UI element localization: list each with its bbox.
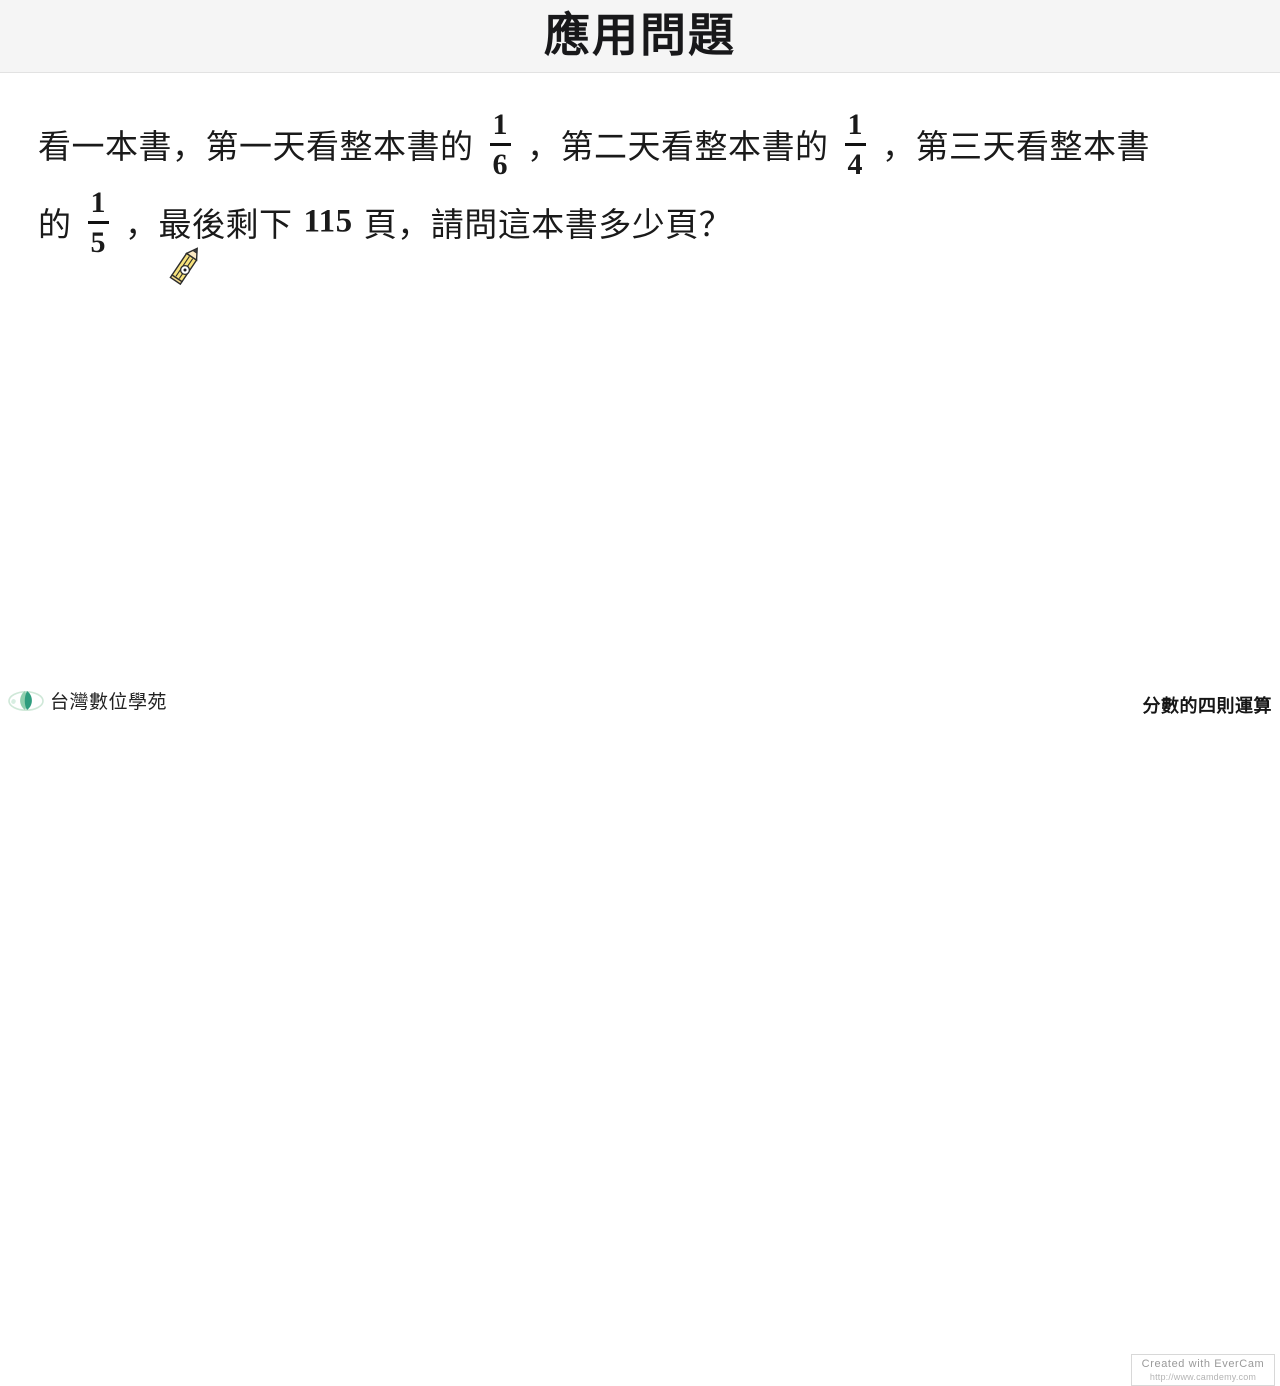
problem-text-segment: ，第三天看整本書	[882, 127, 1150, 166]
brand-name-label: 台灣數位學苑	[50, 691, 168, 713]
fraction-denominator: 6	[492, 148, 508, 181]
slide-footer: 台灣數位學苑 分數的四則運算 Created with EverCam http…	[0, 673, 1280, 1386]
watermark-title: Created with EverCam	[1141, 1358, 1265, 1370]
fraction-numerator: 1	[847, 108, 863, 141]
problem-statement-line-1: 看一本書，第一天看整本書的 1 6 ，第二天看整本書的 1 4 ，第三天看整本書	[38, 108, 1150, 181]
problem-text-segment: ，第二天看整本書的	[527, 127, 829, 166]
watermark-url: http://www.camdemy.com	[1149, 1372, 1257, 1382]
problem-text-segment: 的	[38, 205, 72, 244]
fraction-one-sixth: 1 6	[489, 108, 511, 181]
leaf-logo-icon	[8, 690, 44, 711]
fraction-numerator: 1	[90, 186, 106, 219]
footer-branding: 台灣數位學苑	[8, 687, 167, 714]
problem-text-segment: 頁，請問這本書多少頁？	[363, 205, 733, 244]
fraction-bar	[844, 143, 866, 146]
fraction-denominator: 5	[90, 226, 106, 259]
fraction-bar	[489, 143, 511, 146]
fraction-denominator: 4	[847, 148, 863, 181]
page-title: 應用問題	[544, 8, 736, 62]
slide-canvas: 看一本書，第一天看整本書的 1 6 ，第二天看整本書的 1 4 ，第三天看整本書…	[0, 73, 1280, 673]
fraction-one-fifth: 1 5	[87, 186, 109, 259]
evercam-watermark: Created with EverCam http://www.camdemy.…	[1131, 1354, 1275, 1386]
lesson-topic-label: 分數的四則運算	[1142, 696, 1272, 717]
problem-text-segment: ，最後剩下	[125, 205, 293, 244]
fraction-bar	[87, 221, 109, 224]
fraction-numerator: 1	[492, 108, 508, 141]
slide-header-bar: 應用問題	[0, 0, 1280, 73]
fraction-one-quarter: 1 4	[844, 108, 866, 181]
problem-text-segment: 看一本書，第一天看整本書的	[38, 127, 474, 166]
remaining-pages-number: 115	[303, 203, 353, 240]
problem-statement-line-2: 的 1 5 ，最後剩下 115 頁，請問這本書多少頁？	[38, 186, 733, 259]
